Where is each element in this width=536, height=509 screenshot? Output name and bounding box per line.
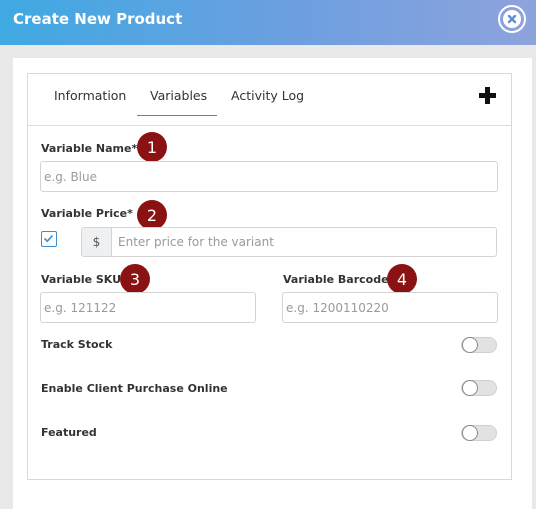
client-purchase-toggle[interactable] <box>461 380 497 396</box>
tab-activity-log[interactable]: Activity Log <box>231 88 304 103</box>
close-icon <box>503 10 521 28</box>
step-badge-2: 2 <box>137 200 167 230</box>
variable-barcode-input[interactable]: e.g. 1200110220 <box>282 292 498 323</box>
variable-price-input[interactable]: Enter price for the variant <box>111 227 497 257</box>
track-stock-label: Track Stock <box>41 338 113 351</box>
currency-symbol: $ <box>81 227 111 257</box>
close-button[interactable] <box>498 5 526 33</box>
featured-toggle[interactable] <box>461 425 497 441</box>
price-checkbox[interactable] <box>41 231 57 247</box>
check-icon <box>43 234 54 243</box>
tab-information[interactable]: Information <box>54 88 126 103</box>
variable-sku-input[interactable]: e.g. 121122 <box>40 292 256 323</box>
plus-icon[interactable] <box>479 87 496 104</box>
toggle-knob <box>462 337 478 353</box>
variable-sku-label: Variable SKU <box>41 273 122 286</box>
dialog-header: Create New Product <box>0 0 536 45</box>
variable-name-label: Variable Name* <box>41 142 138 155</box>
variable-name-input[interactable]: e.g. Blue <box>40 161 498 192</box>
step-badge-4: 4 <box>387 264 417 294</box>
variable-price-label: Variable Price* <box>41 207 133 220</box>
toggle-knob <box>462 425 478 441</box>
track-stock-toggle[interactable] <box>461 337 497 353</box>
variable-barcode-label: Variable Barcode <box>283 273 389 286</box>
dialog-title: Create New Product <box>13 10 183 28</box>
client-purchase-label: Enable Client Purchase Online <box>41 382 228 395</box>
step-badge-1: 1 <box>137 132 167 162</box>
tab-variables[interactable]: Variables <box>150 88 207 103</box>
featured-label: Featured <box>41 426 97 439</box>
step-badge-3: 3 <box>120 264 150 294</box>
active-tab-indicator <box>137 115 217 116</box>
toggle-knob <box>462 380 478 396</box>
